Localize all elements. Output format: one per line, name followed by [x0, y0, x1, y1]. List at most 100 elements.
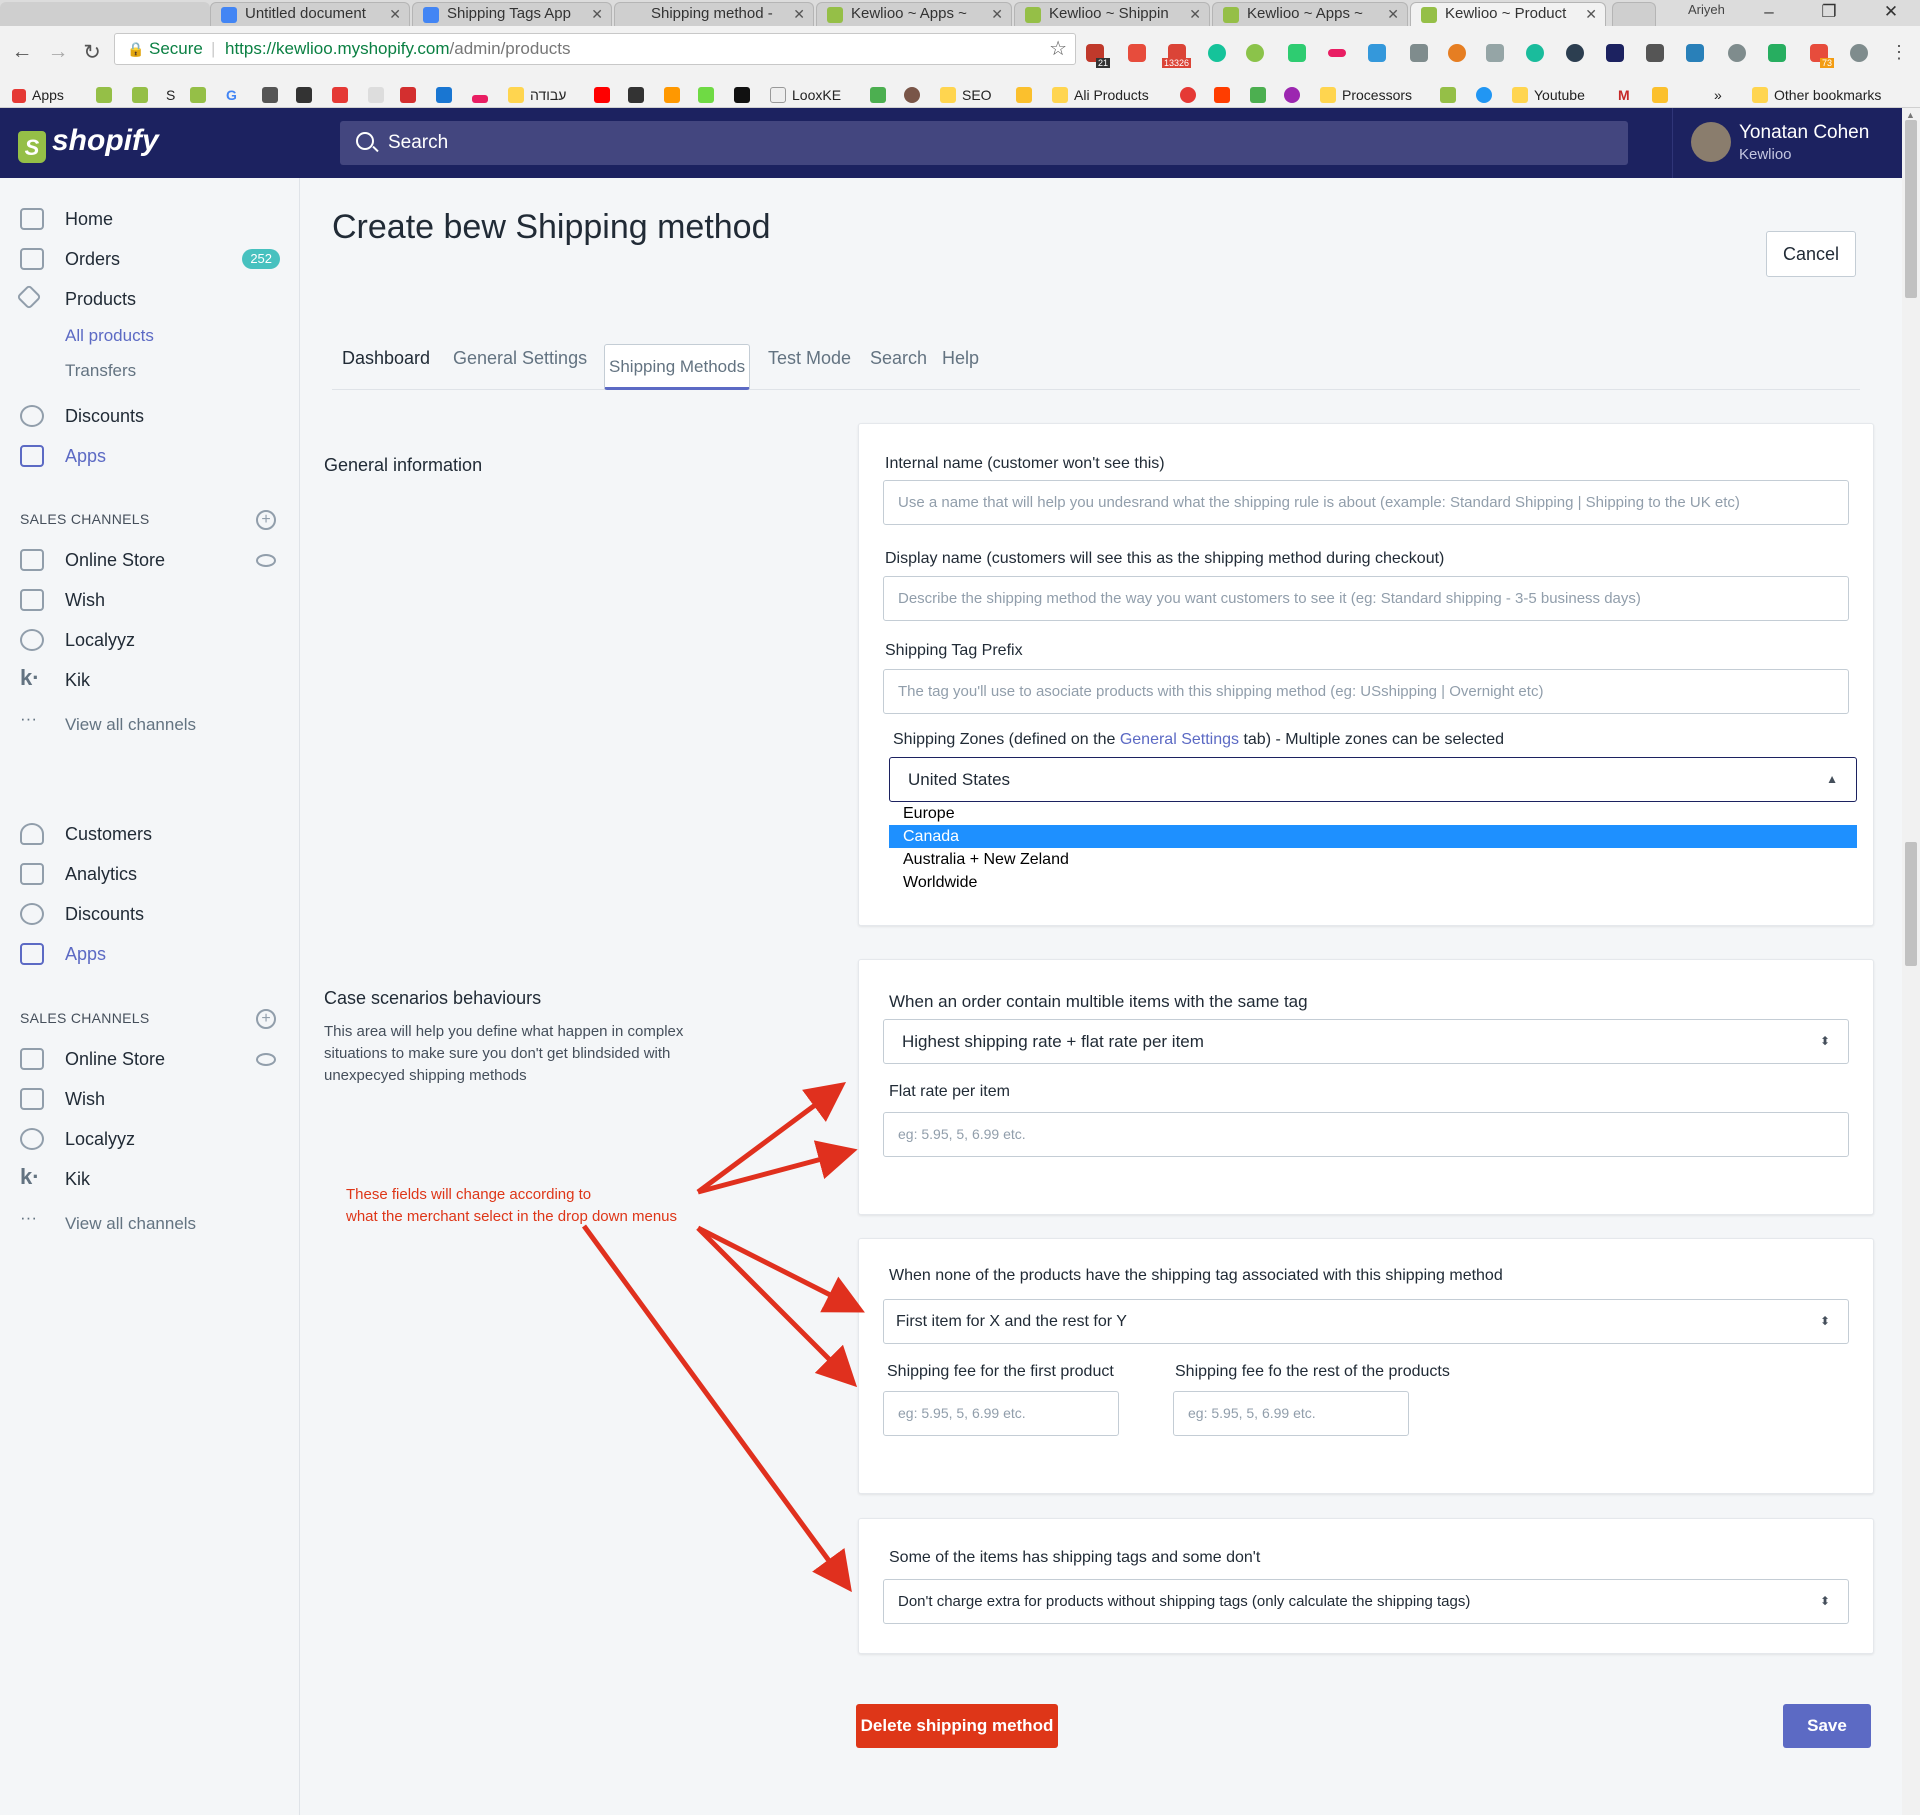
- bookmark[interactable]: [594, 82, 616, 108]
- bookmark[interactable]: [664, 82, 686, 108]
- sidebar-item-all-products[interactable]: All products: [20, 322, 154, 350]
- bookmark[interactable]: [296, 82, 318, 108]
- extension-icon[interactable]: [1328, 49, 1346, 57]
- bookmark[interactable]: [1250, 82, 1272, 108]
- bookmark[interactable]: [904, 82, 926, 108]
- extension-icon[interactable]: [1566, 44, 1584, 62]
- tab-general-settings[interactable]: General Settings: [453, 344, 587, 372]
- bookmark[interactable]: [332, 82, 354, 108]
- close-icon[interactable]: ✕: [991, 3, 1003, 25]
- extension-icon[interactable]: [1850, 44, 1868, 62]
- sidebar-item-customers[interactable]: Customers: [20, 820, 152, 848]
- grammarly-icon[interactable]: [1208, 44, 1226, 62]
- maximize-icon[interactable]: ❐: [1806, 0, 1852, 24]
- tab-test-mode[interactable]: Test Mode: [768, 344, 851, 372]
- sidebar-item-wish[interactable]: Wish: [20, 586, 105, 614]
- sidebar-item-apps-2[interactable]: Apps: [20, 940, 106, 968]
- bookmark[interactable]: [1284, 82, 1306, 108]
- scroll-up-icon[interactable]: ▲: [1906, 110, 1915, 120]
- bookmark-work[interactable]: עבודה: [508, 82, 566, 108]
- save-button[interactable]: Save: [1783, 1704, 1871, 1748]
- close-window-icon[interactable]: ✕: [1868, 0, 1914, 24]
- bookmark[interactable]: [96, 82, 118, 108]
- bookmark-seo[interactable]: SEO: [940, 82, 992, 108]
- first-product-fee-input[interactable]: eg: 5.95, 5, 6.99 etc.: [883, 1391, 1119, 1436]
- scrollbar-thumb[interactable]: [1905, 120, 1917, 298]
- mixed-tags-behaviour-select[interactable]: Don't charge extra for products without …: [883, 1579, 1849, 1624]
- sidebar-item-online-store-2[interactable]: Online Store: [20, 1045, 165, 1073]
- sidebar-item-discounts-2[interactable]: Discounts: [20, 900, 144, 928]
- browser-tab[interactable]: Kewlioo ~ Apps ~ ✕: [816, 2, 1012, 26]
- bookmark[interactable]: [472, 82, 494, 108]
- bookmark[interactable]: [400, 82, 422, 108]
- sidebar-item-view-all-channels[interactable]: ··· View all channels: [20, 709, 196, 739]
- scrollbar-thumb[interactable]: [1905, 842, 1917, 966]
- bookmark[interactable]: [1476, 82, 1498, 108]
- zone-option[interactable]: Worldwide: [889, 871, 1857, 894]
- extension-icon[interactable]: [1246, 44, 1264, 62]
- no-tag-behaviour-select[interactable]: First item for X and the rest for Y ⬍: [883, 1299, 1849, 1344]
- browser-tab-active[interactable]: Kewlioo ~ Product ✕: [1410, 2, 1606, 26]
- bookmark-looxke[interactable]: LooxKE: [770, 82, 841, 108]
- sidebar-item-orders[interactable]: Orders 252: [20, 245, 281, 273]
- extension-icon[interactable]: [1768, 44, 1786, 62]
- sidebar-item-view-all-channels-2[interactable]: ··· View all channels: [20, 1208, 196, 1238]
- sidebar-item-transfers[interactable]: Transfers: [20, 357, 136, 385]
- cancel-button[interactable]: Cancel: [1766, 231, 1856, 277]
- sidebar-item-kik[interactable]: k· Kik: [20, 665, 90, 694]
- extension-icon[interactable]: [1526, 44, 1544, 62]
- sidebar-item-discounts[interactable]: Discounts: [20, 402, 144, 430]
- delete-shipping-method-button[interactable]: Delete shipping method: [856, 1704, 1058, 1748]
- browser-tab[interactable]: Kewlioo ~ Shippin ✕: [1014, 2, 1210, 26]
- sidebar-item-apps[interactable]: Apps: [20, 442, 106, 470]
- bookmark[interactable]: [1440, 82, 1462, 108]
- eye-icon[interactable]: [256, 1053, 276, 1066]
- new-tab-button[interactable]: [1612, 2, 1656, 26]
- extension-icon[interactable]: [1728, 44, 1746, 62]
- bookmark[interactable]: [368, 82, 390, 108]
- bookmark[interactable]: [436, 82, 458, 108]
- forward-icon[interactable]: →: [44, 40, 72, 64]
- sidebar-item-localyyz-2[interactable]: Localyyz: [20, 1125, 135, 1153]
- bookmark-g[interactable]: G: [226, 82, 237, 108]
- bookmark[interactable]: [870, 82, 892, 108]
- add-channel-icon[interactable]: +: [256, 1009, 276, 1029]
- tag-prefix-input[interactable]: The tag you'll use to asociate products …: [883, 669, 1849, 714]
- tab-shipping-methods[interactable]: Shipping Methods: [604, 344, 751, 390]
- tab-help[interactable]: Help: [942, 344, 979, 372]
- bookmark[interactable]: [1016, 82, 1038, 108]
- bookmark[interactable]: [132, 82, 154, 108]
- bookmark[interactable]: [628, 82, 650, 108]
- search-input[interactable]: Search: [340, 121, 1628, 165]
- browser-tab[interactable]: Kewlioo ~ Apps ~ ✕: [1212, 2, 1408, 26]
- general-settings-link[interactable]: General Settings: [1120, 731, 1239, 748]
- add-channel-icon[interactable]: +: [256, 510, 276, 530]
- menu-icon[interactable]: ⋮: [1890, 42, 1908, 63]
- sidebar-item-products[interactable]: Products: [16, 284, 136, 313]
- bookmark-other[interactable]: Other bookmarks: [1752, 82, 1881, 108]
- sidebar-item-wish-2[interactable]: Wish: [20, 1085, 105, 1113]
- close-icon[interactable]: ✕: [591, 3, 603, 25]
- reload-icon[interactable]: ↻: [78, 40, 106, 65]
- bookmark-ali[interactable]: Ali Products: [1052, 82, 1149, 108]
- minimize-icon[interactable]: –: [1746, 0, 1792, 24]
- close-icon[interactable]: ✕: [1387, 3, 1399, 25]
- tab-search[interactable]: Search: [870, 344, 927, 372]
- shopify-logo[interactable]: Sshopify: [18, 124, 159, 163]
- rest-products-fee-input[interactable]: eg: 5.95, 5, 6.99 etc.: [1173, 1391, 1409, 1436]
- bookmark[interactable]: [190, 82, 212, 108]
- extension-icon[interactable]: [1646, 44, 1664, 62]
- sidebar-item-kik-2[interactable]: k· Kik: [20, 1164, 90, 1193]
- sidebar-item-analytics[interactable]: Analytics: [20, 860, 137, 888]
- bookmarks-overflow[interactable]: »: [1714, 82, 1722, 108]
- close-icon[interactable]: ✕: [1189, 3, 1201, 25]
- zone-option[interactable]: Europe: [889, 802, 1857, 825]
- bookmark[interactable]: [262, 82, 284, 108]
- bookmark-processors[interactable]: Processors: [1320, 82, 1412, 108]
- eye-icon[interactable]: [256, 554, 276, 567]
- browser-tab[interactable]: Shipping method - ✕: [614, 2, 814, 26]
- extension-icon[interactable]: [1288, 44, 1306, 62]
- close-icon[interactable]: ✕: [793, 3, 805, 25]
- url-bar[interactable]: 🔒 Secure | https://kewlioo.myshopify.com…: [114, 33, 1076, 65]
- back-icon[interactable]: ←: [8, 40, 36, 64]
